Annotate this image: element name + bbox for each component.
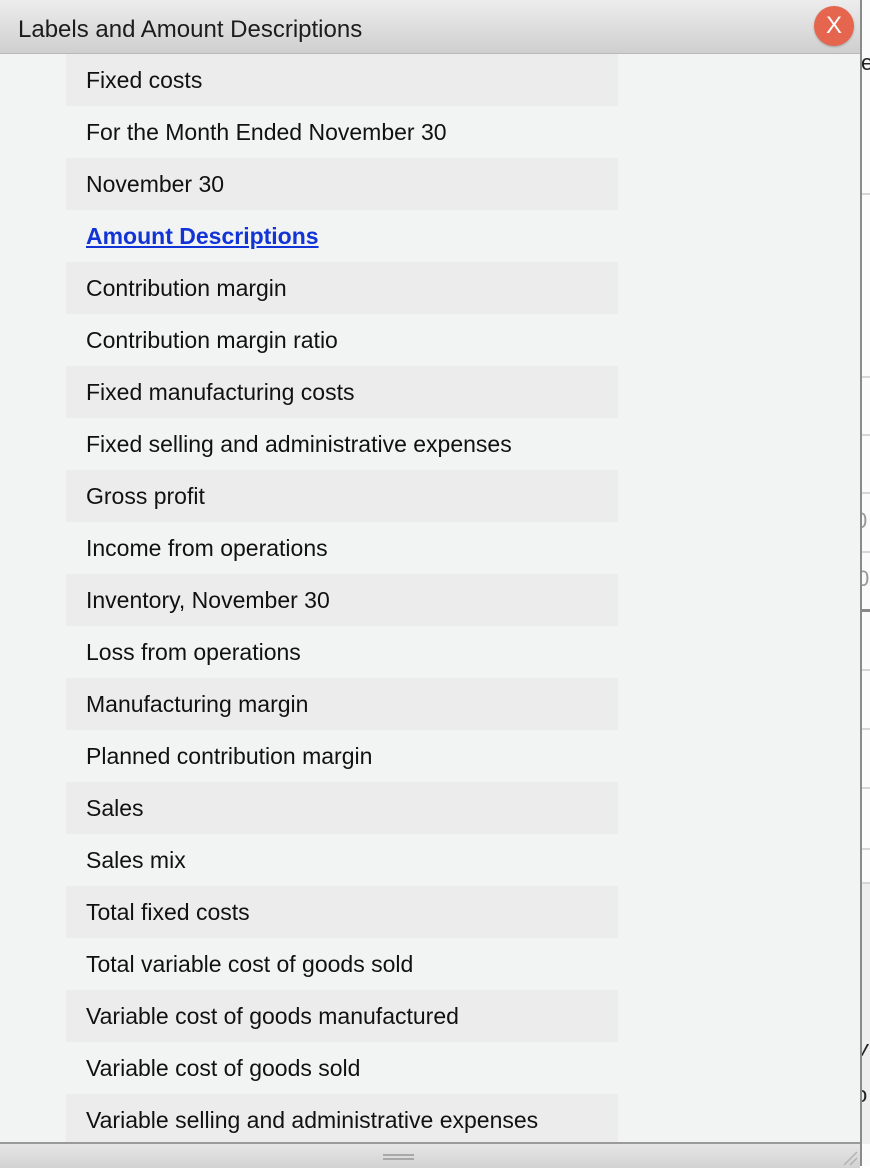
background-text-fragment: v [861,1036,868,1062]
section-header-amount-descriptions: Amount Descriptions [66,210,618,262]
label-list-item[interactable]: Planned contribution margin [66,730,618,782]
label-list-item[interactable]: Variable cost of goods manufactured [66,990,618,1042]
background-divider [861,787,870,789]
background-page: e 0 0 v o [861,0,870,1166]
label-list-item[interactable]: For the Month Ended November 30 [66,106,618,158]
background-divider [861,551,870,553]
label-list-item[interactable]: Gross profit [66,470,618,522]
label-list-item[interactable]: Fixed costs [66,54,618,106]
label-list-item[interactable]: Variable selling and administrative expe… [66,1094,618,1146]
background-text-fragment: 0 [861,566,870,591]
background-divider [861,434,870,436]
label-list-item[interactable]: Total fixed costs [66,886,618,938]
resize-corner-icon[interactable] [842,1148,858,1166]
resize-grip-icon[interactable] [383,1154,414,1160]
label-list-item[interactable]: Income from operations [66,522,618,574]
label-list-item[interactable]: Fixed selling and administrative expense… [66,418,618,470]
label-list-item[interactable]: Contribution margin [66,262,618,314]
background-divider [861,193,870,195]
background-divider [861,669,870,671]
label-list-item[interactable]: Sales mix [66,834,618,886]
label-list-item[interactable]: Contribution margin ratio [66,314,618,366]
label-list-item[interactable]: Total variable cost of goods sold [66,938,618,990]
background-divider [861,728,870,730]
section-header-link[interactable]: Amount Descriptions [86,223,319,249]
dialog-title: Labels and Amount Descriptions [18,16,363,43]
dialog-titlebar[interactable]: Labels and Amount Descriptions X [0,0,860,54]
label-list-item[interactable]: Inventory, November 30 [66,574,618,626]
background-divider [861,376,870,378]
labels-list: Fixed costs For the Month Ended November … [66,54,618,1146]
label-list-item[interactable]: November 30 [66,158,618,210]
close-button[interactable]: X [814,6,854,46]
labels-dialog: Labels and Amount Descriptions X Fixed c… [0,0,862,1168]
label-list-item[interactable]: Sales [66,782,618,834]
background-divider [861,609,870,612]
label-list-item[interactable]: Variable cost of goods sold [66,1042,618,1094]
close-icon: X [825,12,842,39]
label-list-item[interactable]: Manufacturing margin [66,678,618,730]
label-list-item[interactable]: Loss from operations [66,626,618,678]
background-text-fragment: e [861,50,870,75]
background-divider [861,848,870,850]
label-list-item[interactable]: Fixed manufacturing costs [66,366,618,418]
dialog-footer [0,1142,860,1168]
background-divider [861,492,870,494]
